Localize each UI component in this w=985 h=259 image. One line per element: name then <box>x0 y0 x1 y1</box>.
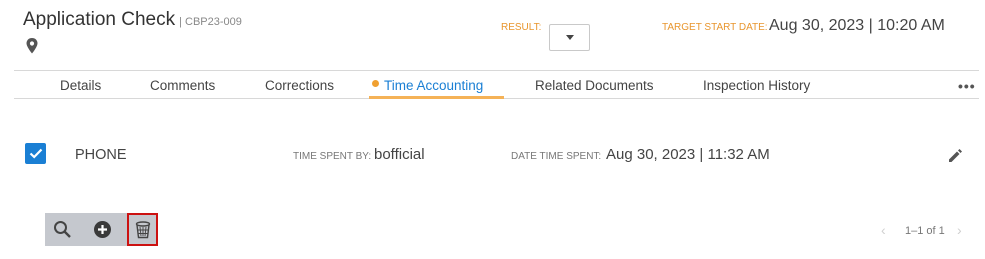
result-label: RESULT: <box>501 22 542 33</box>
case-number: | CBP23-009 <box>179 16 242 28</box>
pager-prev-button[interactable]: ‹ <box>881 222 886 238</box>
pager-status: 1–1 of 1 <box>905 225 945 237</box>
target-start-date-value: Aug 30, 2023 | 10:20 AM <box>769 17 945 34</box>
trash-icon <box>135 220 150 238</box>
checkmark-icon <box>29 148 42 159</box>
tab-details[interactable]: Details <box>60 78 101 93</box>
tab-corrections[interactable]: Corrections <box>265 78 334 93</box>
target-start-date-label: TARGET START DATE: <box>662 22 768 33</box>
record-header: Application Check | CBP23-009 RESULT: TAR… <box>0 0 985 70</box>
search-icon <box>54 221 71 238</box>
date-time-spent-value: Aug 30, 2023 | 11:32 AM <box>606 146 770 163</box>
action-toolbar <box>45 213 158 246</box>
time-spent-by-label: TIME SPENT BY: <box>293 151 372 162</box>
add-button[interactable] <box>87 213 118 246</box>
tab-bar: Details Comments Corrections Time Accoun… <box>14 70 979 99</box>
date-time-spent-label: DATE TIME SPENT: <box>511 151 602 162</box>
plus-circle-icon <box>94 221 111 238</box>
search-button[interactable] <box>47 213 78 246</box>
result-dropdown[interactable] <box>549 24 590 51</box>
pager-next-button[interactable]: › <box>957 222 962 238</box>
location-pin-icon[interactable] <box>25 38 39 54</box>
active-tab-indicator <box>369 96 504 99</box>
title-text: Application Check <box>23 9 176 30</box>
edit-pencil-icon[interactable] <box>947 147 964 164</box>
tab-comments[interactable]: Comments <box>150 78 215 93</box>
more-tabs-button[interactable]: ••• <box>958 78 976 94</box>
page-title: Application Check | CBP23-009 <box>23 9 242 31</box>
record-type: PHONE <box>75 147 127 163</box>
row-checkbox[interactable] <box>25 143 46 164</box>
chevron-down-icon <box>565 35 574 40</box>
time-spent-by-value: bofficial <box>374 146 425 163</box>
tab-inspection-history[interactable]: Inspection History <box>703 78 810 93</box>
tab-related-documents[interactable]: Related Documents <box>535 78 654 93</box>
tab-time-accounting[interactable]: Time Accounting <box>384 78 483 93</box>
tab-status-dot <box>372 80 379 87</box>
delete-button[interactable] <box>127 213 158 246</box>
